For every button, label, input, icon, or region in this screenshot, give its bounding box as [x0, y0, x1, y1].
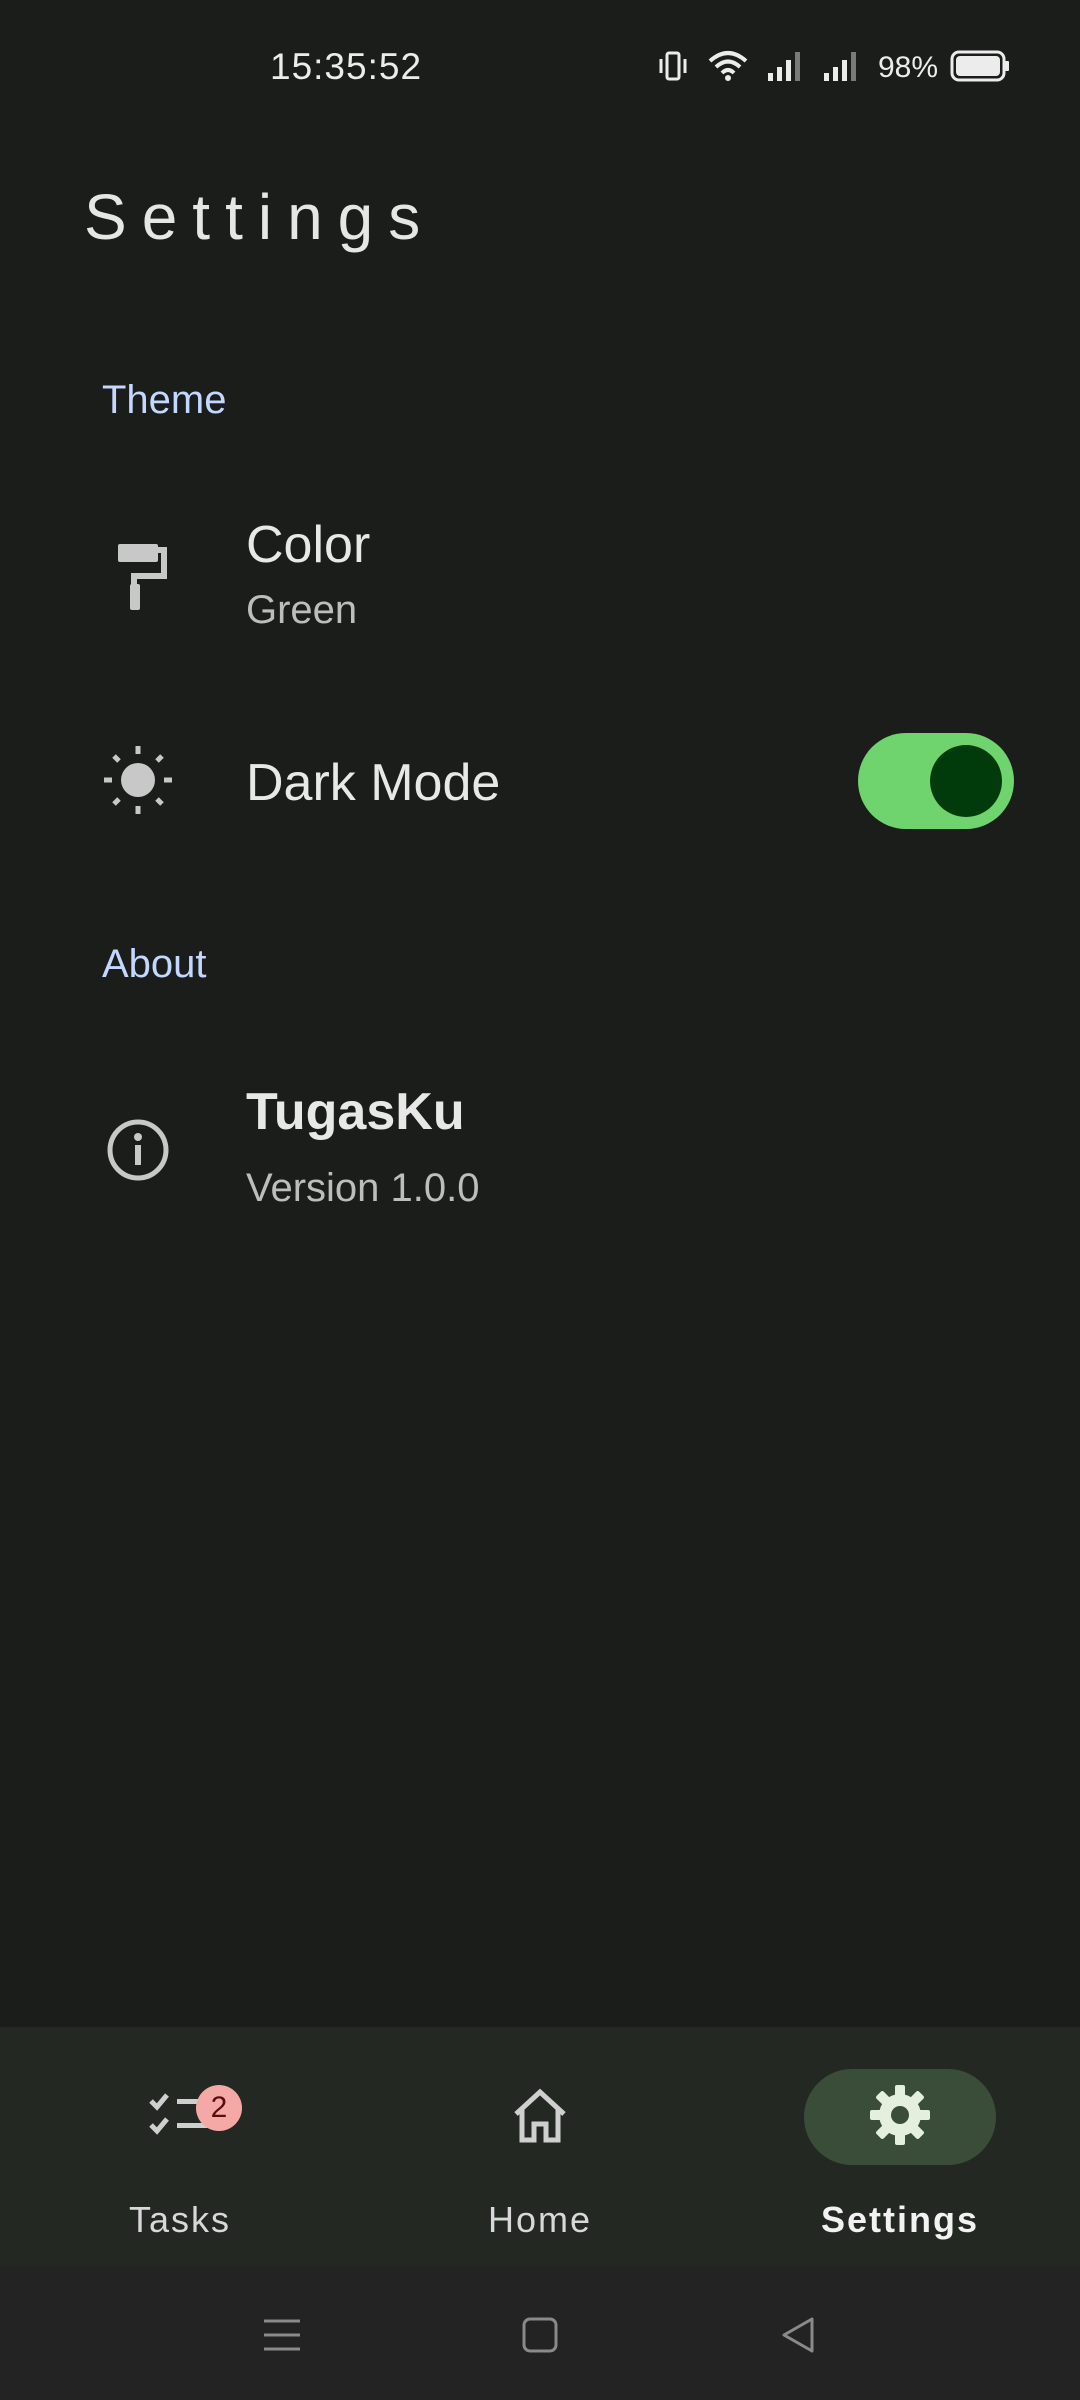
- menu-icon[interactable]: [242, 2295, 322, 2375]
- section-header-theme: Theme: [102, 378, 227, 422]
- section-header-about: About: [102, 942, 207, 986]
- signal-icon: [766, 49, 804, 88]
- status-icons: 98%: [656, 46, 1010, 90]
- page-title: Settings: [84, 181, 436, 253]
- battery-percent: 98%: [877, 51, 938, 84]
- nav-icon-container: [84, 2069, 276, 2165]
- nav-label-settings: Settings: [820, 2199, 979, 2240]
- app-name: TugasKu: [246, 1083, 465, 1141]
- nav-label-tasks: Tasks: [128, 2199, 232, 2240]
- nav-item-settings[interactable]: Settings: [720, 2027, 1080, 2267]
- battery-icon: [950, 50, 1010, 87]
- vibrate-icon: [656, 49, 690, 88]
- signal-icon: [822, 49, 860, 88]
- status-time: 15:35:52: [270, 46, 423, 87]
- dark-mode-title: Dark Mode: [246, 754, 501, 812]
- home-square-icon[interactable]: [500, 2295, 580, 2375]
- tasks-badge: 2: [196, 2085, 242, 2131]
- back-triangle-icon[interactable]: [758, 2295, 838, 2375]
- paint-roller-icon: [100, 538, 176, 614]
- info-icon: [100, 1112, 176, 1188]
- nav-item-tasks[interactable]: 2 Tasks: [0, 2027, 360, 2267]
- settings-screen: 15:35:52 98% Settings Theme Color Green …: [0, 0, 1080, 2400]
- nav-label-home: Home: [487, 2199, 593, 2240]
- home-icon: [510, 2086, 570, 2149]
- color-setting-title: Color: [246, 516, 371, 574]
- color-setting-value: Green: [246, 588, 358, 632]
- nav-icon-container: [444, 2069, 636, 2165]
- bottom-navigation: 2 Tasks Home Settings: [0, 2027, 1080, 2267]
- toggle-knob: [930, 745, 1002, 817]
- brightness-icon: [100, 742, 176, 818]
- app-info-row[interactable]: TugasKu Version 1.0.0: [0, 1070, 1080, 1230]
- system-navigation-bar: [0, 2267, 1080, 2400]
- app-version: Version 1.0.0: [246, 1166, 480, 1210]
- wifi-icon: [708, 49, 748, 88]
- nav-active-pill: [804, 2069, 996, 2165]
- status-bar: 15:35:52 98%: [0, 0, 1080, 136]
- nav-item-home[interactable]: Home: [360, 2027, 720, 2267]
- dark-mode-toggle[interactable]: [858, 733, 1014, 829]
- color-setting-row[interactable]: Color Green: [0, 500, 1080, 650]
- gear-icon: [868, 2083, 932, 2152]
